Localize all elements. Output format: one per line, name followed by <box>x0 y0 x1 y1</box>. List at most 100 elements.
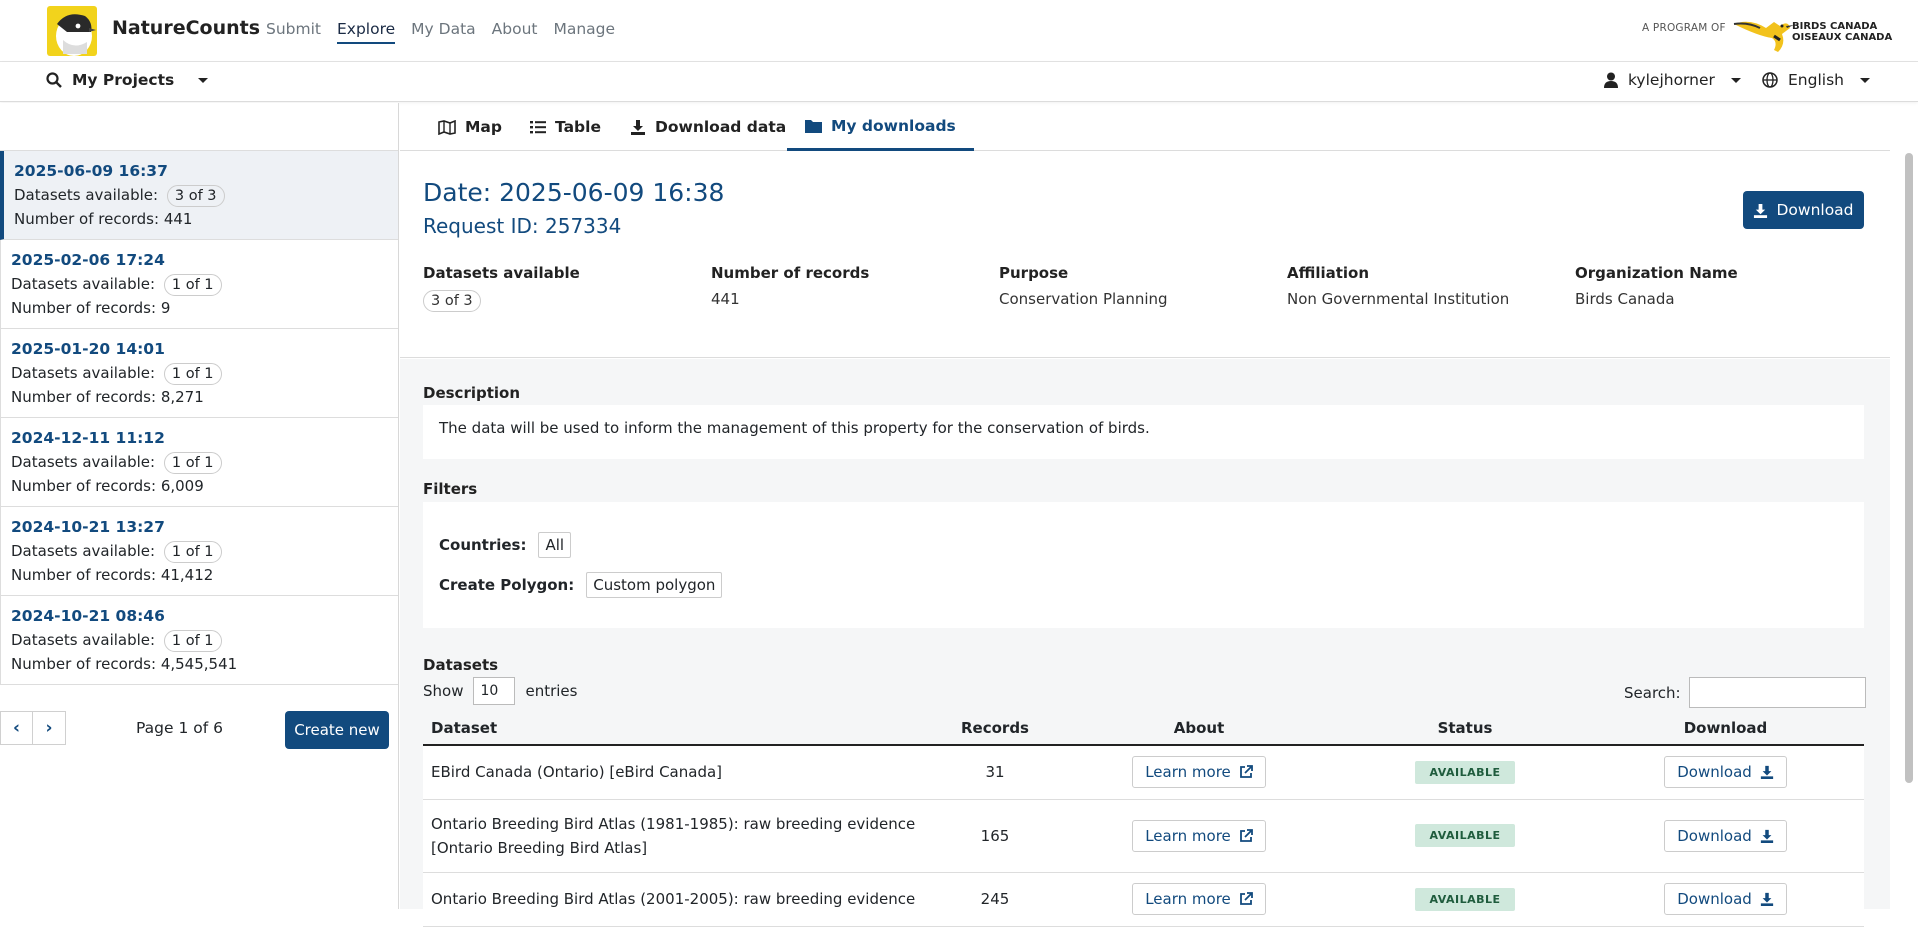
partner-line-2: OISEAUX CANADA <box>1792 32 1893 43</box>
records-label: Number of records: <box>14 210 160 228</box>
records-label: Number of records: <box>11 655 157 673</box>
nav-manage[interactable]: Manage <box>553 20 615 44</box>
records-line: Number of records: 41,412 <box>11 563 388 587</box>
external-link-icon <box>1239 765 1253 779</box>
show-label: Show <box>423 682 464 700</box>
meta-value: 441 <box>711 290 740 308</box>
download-button-label: Download <box>1776 201 1854 219</box>
map-icon <box>438 119 456 135</box>
col-about[interactable]: About <box>1055 711 1343 746</box>
col-download[interactable]: Download <box>1587 711 1864 746</box>
chevron-right-icon[interactable]: › <box>33 711 66 745</box>
row-download-button[interactable]: Download <box>1664 883 1787 915</box>
tab-map-label: Map <box>465 118 502 136</box>
tab-download-label: Download data <box>655 118 787 136</box>
requests-sidebar: 2025-06-09 16:37 Datasets available: 3 of… <box>0 103 399 909</box>
naturecounts-logo[interactable] <box>47 6 97 56</box>
list-icon <box>530 121 546 134</box>
my-projects-dropdown[interactable]: My Projects <box>46 71 209 89</box>
tab-table[interactable]: Table <box>512 103 619 151</box>
datasets-pill: 1 of 1 <box>163 630 222 652</box>
username: kylejhorner <box>1628 71 1715 89</box>
user-menu[interactable]: kylejhorner <box>1604 71 1741 89</box>
page-indicator: Page 1 of 6 <box>136 719 223 737</box>
datasets-label: Datasets available: <box>11 631 156 649</box>
external-link-icon <box>1239 828 1253 842</box>
records-value: 6,009 <box>160 477 204 495</box>
download-icon <box>1760 829 1773 843</box>
download-cell: Download <box>1587 745 1864 800</box>
filter-label: Create Polygon: <box>439 576 575 594</box>
description-title: Description <box>423 384 521 402</box>
status-badge: AVAILABLE <box>1415 824 1515 847</box>
scrollbar[interactable] <box>1905 153 1913 783</box>
request-item[interactable]: 2025-01-20 14:01 Datasets available: 1 of… <box>0 329 398 418</box>
entries-select[interactable]: 10 <box>473 677 516 705</box>
col-dataset[interactable]: Dataset <box>423 711 935 746</box>
description-text: The data will be used to inform the mana… <box>423 405 1864 459</box>
chevron-down-icon <box>198 77 209 83</box>
records-line: Number of records: 9 <box>11 296 388 320</box>
tab-map[interactable]: Map <box>420 103 520 151</box>
request-date: 2025-06-09 16:37 <box>14 162 168 180</box>
status-cell: AVAILABLE <box>1343 745 1587 800</box>
chevron-left-icon[interactable]: ‹ <box>0 711 33 745</box>
nav-about[interactable]: About <box>492 20 538 44</box>
datasets-label: Datasets available: <box>11 364 156 382</box>
create-new-button[interactable]: Create new <box>285 711 389 749</box>
row-download-button[interactable]: Download <box>1664 819 1787 852</box>
tab-my-downloads-label: My downloads <box>831 116 956 135</box>
request-item[interactable]: 2025-02-06 17:24 Datasets available: 1 of… <box>0 240 398 329</box>
language-selector[interactable]: English <box>1762 71 1870 89</box>
status-cell: AVAILABLE <box>1343 872 1587 927</box>
request-date: 2025-01-20 14:01 <box>11 340 165 358</box>
meta-purpose: Purpose Conservation Planning <box>999 264 1168 308</box>
request-header: Date: 2025-06-09 16:38 Request ID: 25733… <box>400 152 1890 358</box>
records-value: 8,271 <box>160 388 204 406</box>
request-item[interactable]: 2024-10-21 13:27 Datasets available: 1 of… <box>0 507 398 596</box>
records-value: 441 <box>163 210 193 228</box>
meta-records: Number of records 441 <box>711 264 869 308</box>
learn-more-button[interactable]: Learn more <box>1132 756 1266 789</box>
chevron-down-icon <box>1730 77 1741 83</box>
tab-my-downloads[interactable]: My downloads <box>787 103 974 151</box>
meta-datasets: Datasets available 3 of 3 <box>423 264 580 312</box>
records-value: 4,545,541 <box>160 655 238 673</box>
datasets-line: Datasets available: 1 of 1 <box>11 450 388 474</box>
brand-name[interactable]: NatureCounts <box>112 17 260 39</box>
datasets-label: Datasets available: <box>11 275 156 293</box>
download-cell: Download <box>1587 799 1864 873</box>
learn-more-button[interactable]: Learn more <box>1132 883 1266 915</box>
download-button[interactable]: Download <box>1743 191 1864 229</box>
about-cell: Learn more <box>1055 745 1343 800</box>
col-records[interactable]: Records <box>935 711 1055 746</box>
request-item[interactable]: 2024-12-11 11:12 Datasets available: 1 of… <box>0 418 398 507</box>
top-navbar: NatureCounts Submit Explore My Data Abou… <box>0 0 1918 62</box>
col-status[interactable]: Status <box>1343 711 1587 746</box>
records-value: 41,412 <box>160 566 214 584</box>
meta-value: 3 of 3 <box>423 290 580 312</box>
request-item[interactable]: 2025-06-09 16:37 Datasets available: 3 of… <box>0 151 398 240</box>
tab-table-label: Table <box>555 118 601 136</box>
request-date: 2024-10-21 13:27 <box>11 518 165 536</box>
meta-label: Number of records <box>711 264 870 282</box>
filters-title: Filters <box>423 480 478 498</box>
user-icon <box>1604 72 1618 88</box>
nav-explore[interactable]: Explore <box>336 20 396 44</box>
learn-more-button[interactable]: Learn more <box>1132 819 1266 852</box>
globe-icon <box>1762 72 1778 88</box>
filter-countries: Countries: All <box>439 532 572 558</box>
tab-download-data[interactable]: Download data <box>612 103 804 151</box>
nav-submit[interactable]: Submit <box>266 20 321 44</box>
records-label: Number of records: <box>11 388 157 406</box>
nav-my-data[interactable]: My Data <box>411 20 475 44</box>
search-input[interactable] <box>1688 677 1866 708</box>
datasets-line: Datasets available: 1 of 1 <box>11 539 388 563</box>
folder-icon <box>805 119 822 133</box>
partner-line-1: BIRDS CANADA <box>1792 21 1878 32</box>
filter-value: Custom polygon <box>586 572 723 598</box>
pager: ‹ › <box>0 711 66 745</box>
row-download-button[interactable]: Download <box>1664 756 1787 789</box>
request-item[interactable]: 2024-10-21 08:46 Datasets available: 1 of… <box>0 596 398 685</box>
datasets-line: Datasets available: 1 of 1 <box>11 361 388 385</box>
